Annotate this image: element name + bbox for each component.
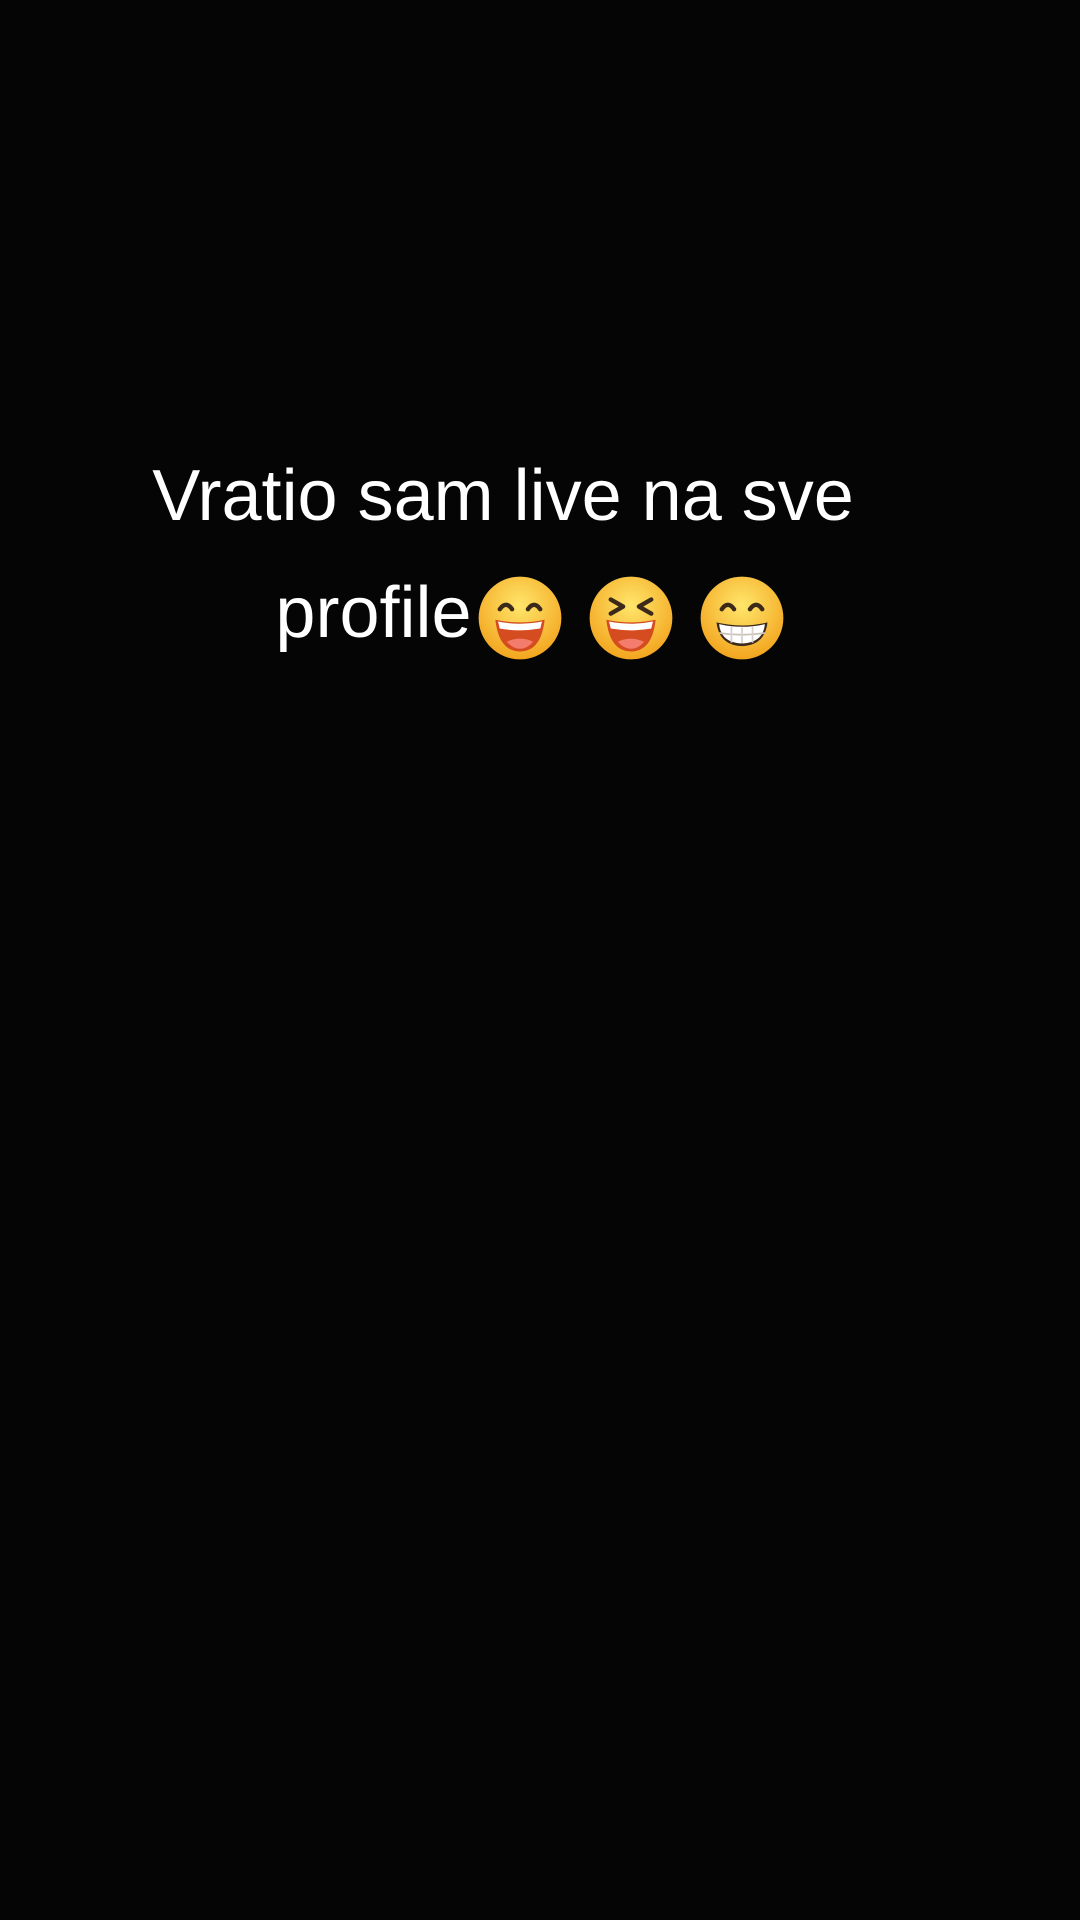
grinning-face-with-smiling-eyes-icon (476, 574, 564, 662)
caption-overlay: Vratio sam live na sve profile (0, 435, 1080, 669)
beaming-face-with-smiling-eyes-icon (698, 574, 786, 662)
emoji-row (476, 557, 789, 669)
video-frame[interactable]: Vratio sam live na sve profile (0, 0, 1080, 1920)
grinning-squinting-face-icon (587, 574, 675, 662)
caption-text-2: profile (275, 572, 472, 653)
caption-line-2: profile (0, 552, 1080, 669)
caption-text-1: Vratio sam live na sve (152, 455, 854, 536)
caption-line-1: Vratio sam live na sve (0, 435, 1080, 552)
